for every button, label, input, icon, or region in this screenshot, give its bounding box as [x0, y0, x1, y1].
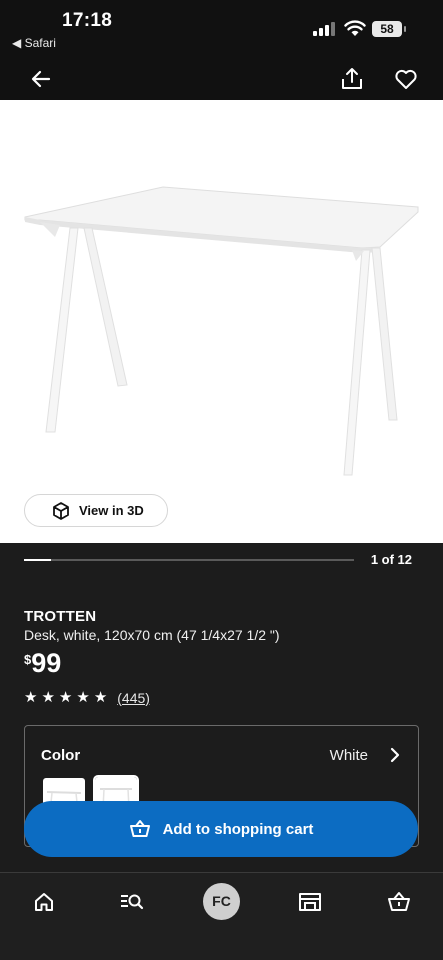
app-header — [0, 58, 443, 100]
view-in-3d-button[interactable]: View in 3D — [24, 494, 168, 527]
gallery-progress-fill — [24, 559, 52, 561]
product-price: $99 — [24, 648, 61, 679]
star-icon: ★ — [41, 689, 55, 706]
star-icon: ★ — [24, 689, 38, 706]
battery-indicator: 58 — [372, 21, 406, 37]
star-icon: ★ — [58, 689, 73, 706]
view-in-3d-label: View in 3D — [79, 503, 144, 518]
review-count-link[interactable]: (445) — [117, 690, 150, 706]
product-image[interactable] — [0, 100, 443, 543]
share-icon[interactable] — [339, 66, 365, 92]
cube-icon — [53, 501, 69, 520]
color-value: White — [329, 747, 368, 764]
gallery-progress-bar — [24, 559, 354, 561]
home-icon[interactable] — [31, 889, 57, 915]
product-description: Desk, white, 120x70 cm (47 1/4x27 1/2 ") — [24, 627, 280, 643]
arrow-left-icon[interactable] — [28, 66, 54, 92]
desk-illustration — [24, 186, 419, 476]
status-bar: 17:18 ◀ Safari 58 — [0, 0, 443, 58]
price-amount: 99 — [31, 648, 62, 678]
store-icon[interactable] — [297, 889, 323, 915]
add-to-cart-label: Add to shopping cart — [162, 820, 314, 838]
gallery-pager: 1 of 12 — [370, 552, 412, 567]
clock: 17:18 — [62, 10, 113, 31]
rating-stars: ★ ★ ★ ★ ★ — [24, 688, 111, 707]
bottom-tab-bar: FC — [0, 872, 443, 960]
signal-icon — [313, 22, 335, 36]
profile-avatar[interactable]: FC — [203, 883, 240, 920]
basket-icon — [129, 820, 150, 837]
heart-icon[interactable] — [393, 66, 419, 92]
price-currency: $ — [24, 652, 32, 667]
add-to-cart-button[interactable]: Add to shopping cart — [24, 801, 418, 857]
chevron-right-icon[interactable] — [386, 746, 404, 764]
product-rating[interactable]: ★ ★ ★ ★ ★ (445) — [24, 688, 150, 707]
color-label: Color — [41, 747, 81, 764]
product-name: TROTTEN — [24, 608, 97, 625]
back-to-safari-link[interactable]: ◀ Safari — [12, 36, 56, 50]
star-icon: ★ — [76, 689, 90, 706]
search-icon[interactable] — [119, 889, 145, 915]
wifi-icon — [344, 20, 366, 36]
star-icon: ★ — [93, 689, 108, 706]
basket-icon[interactable] — [386, 889, 412, 915]
